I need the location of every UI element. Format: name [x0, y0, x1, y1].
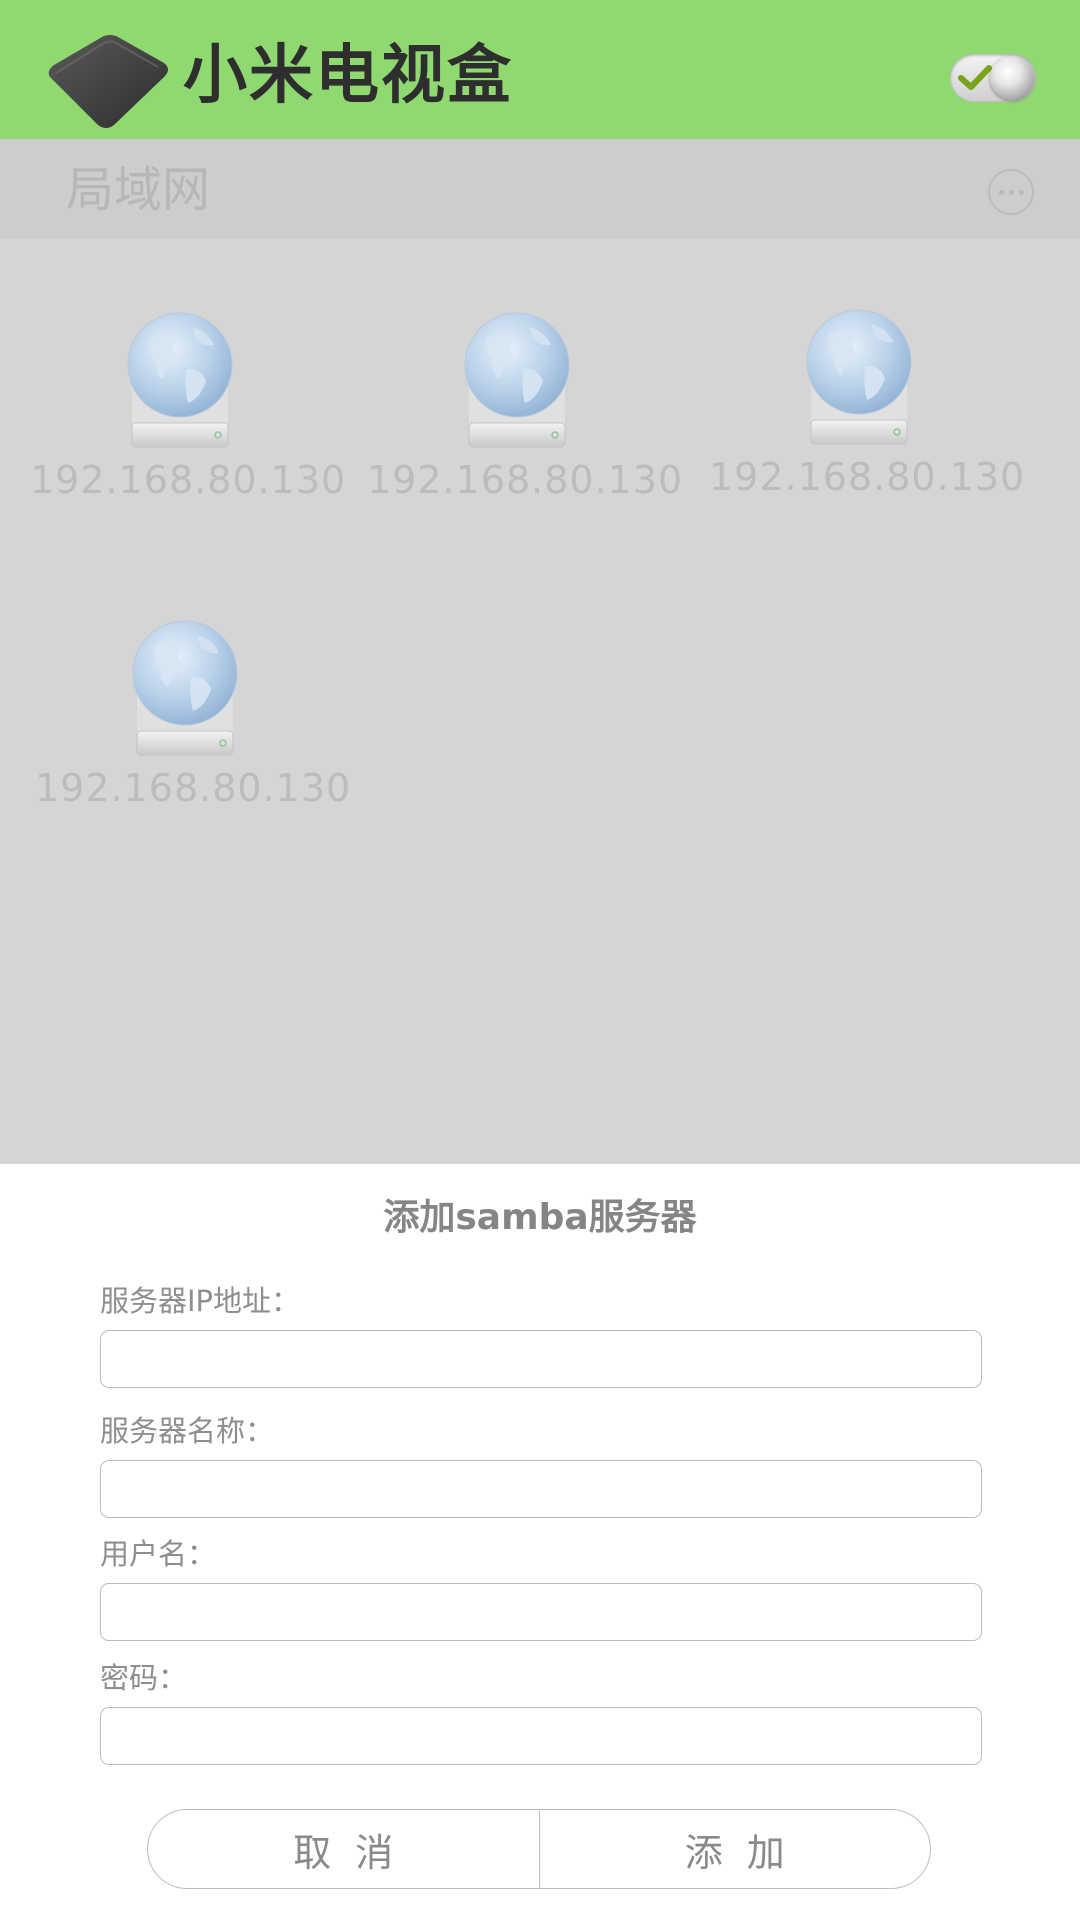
network-content: 局域网 192.168.80.130 192.168.80.130 192.16… [0, 139, 1080, 1164]
dialog-button-group: 取消 添加 [147, 1809, 931, 1889]
server-item[interactable]: 192.168.80.130 [35, 615, 352, 845]
add-samba-dialog: 添加samba服务器 服务器IP地址： 服务器名称： 用户名： 密码： 取消 添… [0, 1164, 1080, 1920]
server-ip-label: 192.168.80.130 [35, 766, 352, 810]
network-globe-drive-icon [806, 309, 912, 445]
cancel-button[interactable]: 取消 [148, 1810, 539, 1888]
more-options-button[interactable] [988, 169, 1034, 215]
server-item[interactable]: 192.168.80.130 [367, 307, 684, 537]
password-label: 密码： [100, 1661, 188, 1695]
app-header: 小米电视盒 [0, 0, 1080, 139]
section-title: 局域网 [66, 162, 211, 218]
server-ip-label: 服务器IP地址： [100, 1284, 301, 1318]
toggle-switch[interactable] [950, 54, 1036, 102]
server-item[interactable]: 192.168.80.130 [709, 304, 1026, 534]
server-name-input[interactable] [100, 1460, 982, 1518]
tv-box-icon [48, 35, 168, 128]
username-label: 用户名： [100, 1537, 217, 1571]
server-item[interactable]: 192.168.80.130 [30, 307, 347, 537]
checkmark-icon [958, 65, 992, 90]
more-options-icon [990, 171, 1032, 213]
network-globe-drive-icon [132, 620, 238, 756]
server-name-label: 服务器名称： [100, 1414, 275, 1448]
username-input[interactable] [100, 1583, 982, 1641]
app-title: 小米电视盒 [183, 39, 513, 113]
password-input[interactable] [100, 1707, 982, 1765]
section-bar: 局域网 [0, 139, 1080, 239]
server-ip-label: 192.168.80.130 [709, 455, 1026, 499]
add-button[interactable]: 添加 [538, 1810, 931, 1888]
server-ip-input[interactable] [100, 1330, 982, 1388]
network-globe-drive-icon [464, 312, 570, 448]
network-globe-drive-icon [127, 312, 233, 448]
server-ip-label: 192.168.80.130 [30, 458, 347, 502]
toggle-knob [990, 56, 1034, 100]
dialog-title: 添加samba服务器 [383, 1197, 697, 1238]
server-ip-label: 192.168.80.130 [367, 458, 684, 502]
